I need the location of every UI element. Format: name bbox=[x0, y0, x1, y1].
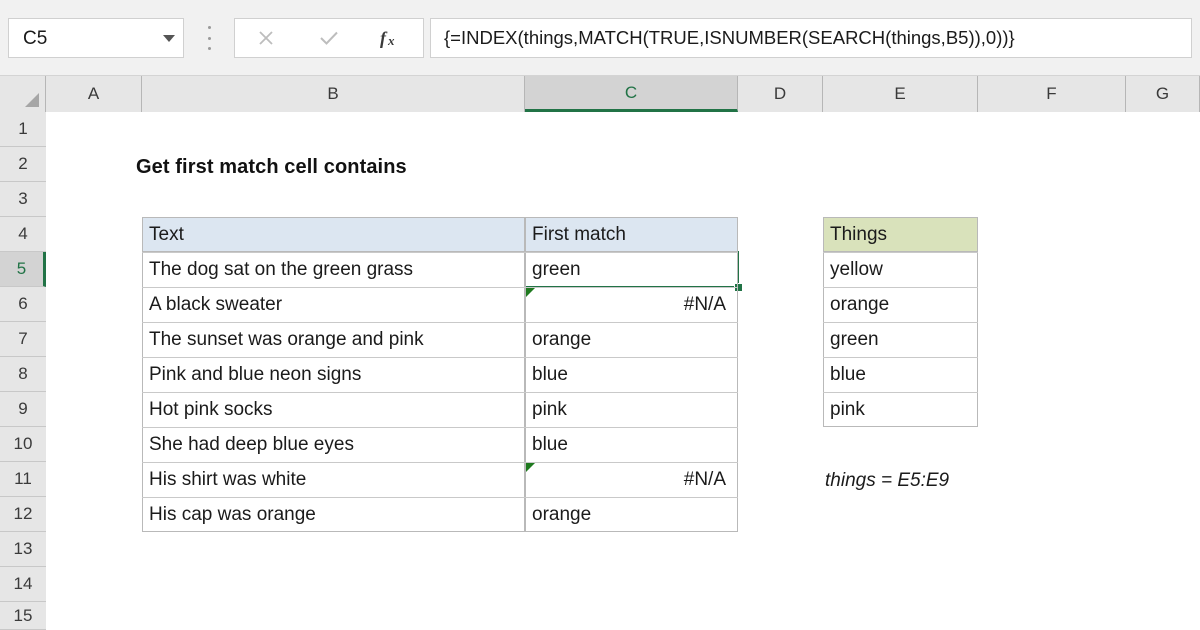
error-indicator-icon bbox=[526, 463, 535, 472]
list-item[interactable]: blue bbox=[823, 357, 978, 392]
table-row[interactable]: The dog sat on the green grass bbox=[142, 252, 525, 287]
select-all-corner[interactable] bbox=[0, 76, 46, 112]
row-header-3[interactable]: 3 bbox=[0, 182, 46, 217]
list-item[interactable]: orange bbox=[823, 287, 978, 322]
close-icon[interactable] bbox=[242, 19, 290, 57]
row-header-14[interactable]: 14 bbox=[0, 567, 46, 602]
fx-icon[interactable]: f x bbox=[368, 19, 416, 57]
list-item[interactable]: yellow bbox=[823, 252, 978, 287]
row-header-15[interactable]: 15 bbox=[0, 602, 46, 630]
formula-bar-strip: C5 f x {=INDEX(things,MATCH(TRUE,ISNUMBE… bbox=[0, 0, 1200, 76]
dot bbox=[208, 47, 211, 50]
table-row-match[interactable]: pink bbox=[525, 392, 738, 427]
row-header-9[interactable]: 9 bbox=[0, 392, 46, 427]
worksheet-grid[interactable]: Get first match cell contains things = E… bbox=[47, 112, 1200, 630]
formula-input[interactable]: {=INDEX(things,MATCH(TRUE,ISNUMBER(SEARC… bbox=[430, 18, 1192, 58]
name-box[interactable]: C5 bbox=[8, 18, 184, 58]
table-row[interactable]: The sunset was orange and pink bbox=[142, 322, 525, 357]
row-header-6[interactable]: 6 bbox=[0, 287, 46, 322]
row-header-10[interactable]: 10 bbox=[0, 427, 46, 462]
row-header-7[interactable]: 7 bbox=[0, 322, 46, 357]
triangle-icon bbox=[25, 93, 39, 107]
column-header-f[interactable]: F bbox=[978, 76, 1126, 112]
page-title: Get first match cell contains bbox=[136, 156, 407, 179]
table-row[interactable]: His cap was orange bbox=[142, 497, 525, 532]
table-row-match[interactable]: #N/A bbox=[525, 462, 738, 497]
table-row[interactable]: His shirt was white bbox=[142, 462, 525, 497]
column-header-a[interactable]: A bbox=[46, 76, 142, 112]
table-row-match[interactable]: #N/A bbox=[525, 287, 738, 322]
column-header-d[interactable]: D bbox=[738, 76, 823, 112]
row-header-13[interactable]: 13 bbox=[0, 532, 46, 567]
dot bbox=[208, 26, 211, 29]
table-row-match[interactable]: orange bbox=[525, 497, 738, 532]
table-row-match[interactable]: orange bbox=[525, 322, 738, 357]
column-headers: ABCDEFG bbox=[0, 76, 1200, 112]
list-item[interactable]: pink bbox=[823, 392, 978, 427]
row-header-2[interactable]: 2 bbox=[0, 147, 46, 182]
checkmark-icon[interactable] bbox=[305, 19, 353, 57]
table-row[interactable]: Pink and blue neon signs bbox=[142, 357, 525, 392]
formula-bar-drag-handle bbox=[202, 26, 216, 50]
table-row-match[interactable]: blue bbox=[525, 357, 738, 392]
table-row[interactable]: Hot pink socks bbox=[142, 392, 525, 427]
chevron-down-icon[interactable] bbox=[163, 35, 175, 42]
list-item[interactable]: green bbox=[823, 322, 978, 357]
table-row-match[interactable]: blue bbox=[525, 427, 738, 462]
named-range-note: things = E5:E9 bbox=[825, 470, 949, 492]
table-row[interactable]: She had deep blue eyes bbox=[142, 427, 525, 462]
error-indicator-icon bbox=[526, 288, 535, 297]
row-header-1[interactable]: 1 bbox=[0, 112, 46, 147]
svg-text:f: f bbox=[380, 28, 388, 48]
column-header-g[interactable]: G bbox=[1126, 76, 1200, 112]
formula-bar-buttons: f x bbox=[234, 18, 424, 58]
dot bbox=[208, 37, 211, 40]
column-header-e[interactable]: E bbox=[823, 76, 978, 112]
column-header-c[interactable]: C bbox=[525, 76, 738, 112]
row-header-8[interactable]: 8 bbox=[0, 357, 46, 392]
row-header-11[interactable]: 11 bbox=[0, 462, 46, 497]
table-row[interactable]: A black sweater bbox=[142, 287, 525, 322]
svg-text:x: x bbox=[387, 33, 395, 48]
row-headers: 123456789101112131415 bbox=[0, 112, 46, 630]
row-header-5[interactable]: 5 bbox=[0, 252, 46, 287]
name-box-value: C5 bbox=[23, 29, 163, 48]
table-row-match[interactable]: green bbox=[525, 252, 738, 287]
row-header-12[interactable]: 12 bbox=[0, 497, 46, 532]
column-header-b[interactable]: B bbox=[142, 76, 525, 112]
row-header-4[interactable]: 4 bbox=[0, 217, 46, 252]
